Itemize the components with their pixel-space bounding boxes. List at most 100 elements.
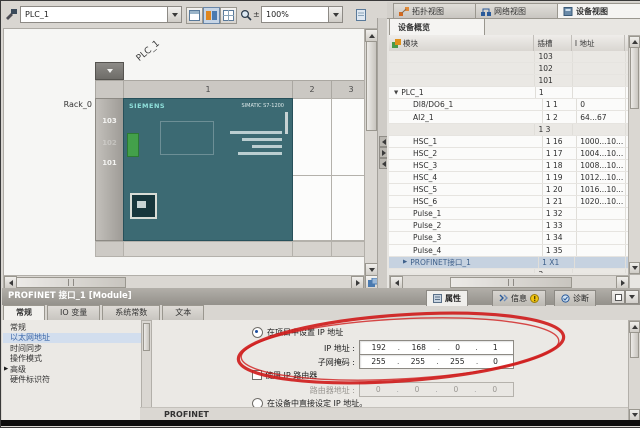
i-address-cell — [577, 232, 626, 243]
device-overview-row[interactable]: ▼PLC_11 — [389, 87, 628, 99]
scroll-down-button[interactable] — [629, 409, 640, 420]
octet-value[interactable]: 0 — [489, 385, 501, 394]
page-preview-icon[interactable] — [355, 8, 368, 22]
radio-set-ip-in-project[interactable] — [252, 327, 263, 338]
collapse-expander-icon[interactable]: ▼ — [394, 90, 398, 96]
bottom-slot-cell[interactable] — [331, 241, 366, 257]
octet-value[interactable]: 255 — [371, 357, 385, 366]
empty-slot-cell[interactable] — [331, 98, 366, 176]
octet-value[interactable]: 0 — [372, 385, 384, 394]
device-overview-row[interactable]: Pulse_41 3510... — [389, 245, 628, 257]
device-overview-row[interactable]: HSC_11 161000...10... — [389, 136, 628, 148]
device-overview-row[interactable]: HSC_61 211020...10... — [389, 196, 628, 208]
octet-value[interactable]: 0 — [411, 385, 423, 394]
use-ip-router-checkbox[interactable] — [252, 370, 262, 380]
i-address-cell: 1016...10... — [577, 184, 626, 195]
zoom-magnifier-icon[interactable] — [240, 9, 253, 22]
device-overview-row[interactable]: HSC_51 201016...10... — [389, 184, 628, 196]
empty-slot-cell[interactable] — [292, 98, 332, 176]
octet-value[interactable]: 168 — [412, 343, 426, 352]
octet-value[interactable]: 0 — [450, 385, 462, 394]
data-view-button[interactable] — [203, 7, 220, 24]
properties-nav-item[interactable]: 操作模式 — [3, 354, 141, 365]
scroll-thumb[interactable] — [630, 332, 639, 358]
octet-value[interactable]: 1 — [489, 343, 501, 352]
bottom-slot-cell[interactable] — [292, 241, 332, 257]
scroll-down-button[interactable] — [629, 262, 640, 274]
chevron-down-icon[interactable] — [328, 7, 342, 22]
device-overview-row[interactable]: 2 — [389, 269, 628, 273]
octet-value[interactable]: 192 — [372, 343, 386, 352]
tab-info[interactable]: 信息 — [492, 290, 546, 306]
profinet-port[interactable] — [130, 193, 157, 219]
ip-address-field[interactable]: 192.168.0.1 — [359, 340, 514, 355]
cpu-module[interactable]: SIEMENS SIMATIC S7-1200 — [123, 98, 293, 241]
scroll-thumb[interactable] — [630, 47, 639, 109]
i-address-cell: 1012...10... — [577, 172, 626, 183]
column-header-slot[interactable]: 插槽 — [534, 35, 571, 51]
split-view-button[interactable] — [186, 7, 203, 24]
module-name-cell: Pulse_4 — [389, 245, 543, 256]
subnet-mask-field[interactable]: 255.255.255.0 — [359, 354, 514, 369]
device-overview-row[interactable]: Pulse_31 3410... — [389, 232, 628, 244]
device-view-canvas[interactable]: PLC_1 1 2 3 Rack_0 103 102 101 SIEMENS S… — [3, 28, 366, 277]
tab-diagnostics[interactable]: 诊断 — [554, 290, 596, 306]
properties-nav-item[interactable]: ▶高级 — [3, 364, 141, 375]
scroll-thumb[interactable] — [16, 277, 126, 288]
properties-nav-item[interactable]: 时间同步 — [3, 343, 141, 354]
grid-view-button[interactable] — [220, 7, 237, 24]
properties-tab[interactable]: 常规 — [3, 305, 45, 320]
view-tab-bar: 拓扑视图 网络视图 设备视图 — [387, 2, 640, 18]
octet-value[interactable]: 255 — [450, 357, 464, 366]
scroll-thumb[interactable] — [366, 41, 377, 131]
chevron-down-icon[interactable] — [167, 7, 181, 22]
zoom-selector[interactable]: 100% — [261, 6, 343, 23]
empty-slot-cell[interactable] — [331, 175, 366, 241]
device-overview-row[interactable]: HSC_21 171004...10... — [389, 148, 628, 160]
octet-value[interactable]: 0 — [452, 343, 464, 352]
scroll-thumb[interactable] — [450, 277, 572, 288]
bottom-slot-cell[interactable] — [123, 241, 293, 257]
properties-scrollbar[interactable] — [628, 320, 640, 420]
octet-value[interactable]: 0 — [490, 357, 502, 366]
tab-topology-view[interactable]: 拓扑视图 — [393, 3, 479, 19]
tab-device-view[interactable]: 设备视图 — [557, 3, 640, 19]
panel-restore-button[interactable] — [611, 290, 625, 304]
device-selector[interactable]: PLC_1 — [20, 6, 182, 23]
device-overview-row[interactable]: AI2_11 264...67 — [389, 111, 628, 123]
properties-tab[interactable]: IO 变量 — [47, 305, 100, 320]
tab-properties[interactable]: 属性 — [426, 290, 468, 306]
panel-collapse-button[interactable] — [625, 290, 639, 304]
column-header-module[interactable]: 模块 — [389, 35, 534, 51]
properties-nav-item[interactable]: 硬件标识符 — [3, 375, 141, 386]
expand-icon[interactable]: ▶ — [4, 366, 8, 372]
scroll-thumb[interactable] — [143, 323, 150, 351]
device-overview-row[interactable]: HSC_41 191012...10... — [389, 172, 628, 184]
slot-cell: 1 16 — [543, 136, 577, 147]
device-overview-row[interactable]: ▶PROFINET接口_11 X1 — [389, 257, 628, 269]
empty-slot-cell[interactable] — [292, 175, 332, 241]
rack-collapse-button[interactable] — [95, 62, 124, 80]
properties-tab[interactable]: 系统常数 — [102, 305, 160, 320]
tab-network-view[interactable]: 网络视图 — [475, 3, 561, 19]
properties-nav-item[interactable]: 以太网地址 — [3, 333, 141, 344]
properties-tab[interactable]: 文本 — [162, 305, 204, 320]
module-name-text: HSC_3 — [413, 161, 437, 170]
device-overview-row[interactable]: Pulse_21 3310... — [389, 220, 628, 232]
octet-value[interactable]: 255 — [411, 357, 425, 366]
overview-vertical-scrollbar[interactable] — [628, 35, 640, 275]
expand-expander-icon[interactable]: ▶ — [403, 259, 407, 265]
device-module-icon — [563, 7, 573, 16]
column-header-i-address[interactable]: I 地址 — [572, 35, 625, 51]
properties-nav-item[interactable]: 常规 — [3, 322, 141, 333]
zoom-plus-minus-icon[interactable]: ± — [253, 10, 260, 19]
device-overview-row[interactable]: 103 — [389, 51, 628, 63]
device-overview-row[interactable]: HSC_31 181008...10... — [389, 160, 628, 172]
device-overview-row[interactable]: 101 — [389, 75, 628, 87]
device-overview-row[interactable]: Pulse_11 3210... — [389, 208, 628, 220]
device-overview-row[interactable]: DI8/DO6_11 100 — [389, 99, 628, 111]
device-overview-row[interactable]: 1 3 — [389, 124, 628, 136]
device-overview-row[interactable]: 102 — [389, 63, 628, 75]
device-overview-tab[interactable]: 设备概览 — [389, 18, 485, 36]
nav-scrollbar[interactable] — [141, 320, 152, 420]
